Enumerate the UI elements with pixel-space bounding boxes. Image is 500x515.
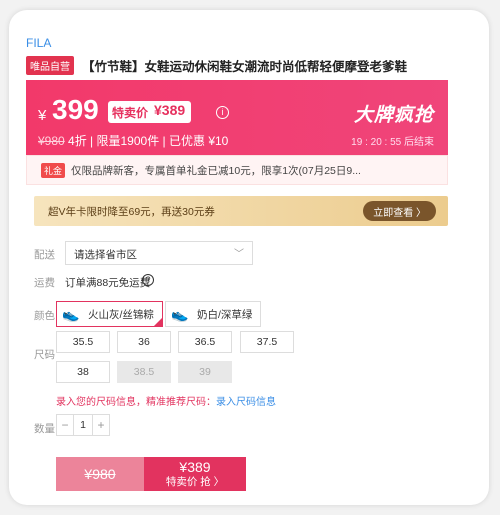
gift-badge: 礼金 (41, 162, 66, 178)
current-price: 399 (52, 94, 99, 125)
decrease-button[interactable]: − (57, 415, 73, 435)
chevron-down-icon: ﹀ (234, 249, 244, 260)
size-hint-text: 录入您的尺码信息，精准推荐尺码： (56, 397, 216, 408)
discount-line: ¥980 4折 | 限量1900件 | 已优惠 ¥10 (38, 132, 228, 149)
original-price-strike: ¥980 (84, 466, 116, 482)
view-now-button[interactable]: 立即查看 〉 (363, 201, 436, 221)
size-option[interactable]: 37.5 (240, 331, 294, 353)
color-option-label: 奶白/深草绿 (197, 308, 253, 321)
special-price-value: ¥389 (152, 101, 192, 123)
color-option-milk-white[interactable]: 👟 奶白/深草绿 (165, 301, 262, 327)
product-title: 【竹节鞋】女鞋运动休闲鞋女潮流时尚低帮轻便摩登老爹鞋 (82, 60, 408, 74)
special-price-label: 特卖价 (108, 101, 153, 123)
shipping-label: 运费 (34, 277, 55, 289)
special-price-pill: 特卖价 ¥389 (108, 101, 192, 123)
size-entry-link[interactable]: 录入尺码信息 (216, 397, 276, 408)
shipping-text: 订单满88元免运费 (65, 277, 151, 289)
self-operated-badge: 唯品自营 (26, 56, 74, 75)
size-option[interactable]: 35.5 (56, 331, 110, 353)
color-option-label: 火山灰/丝锦粽 (88, 308, 154, 321)
size-option[interactable]: 36.5 (178, 331, 232, 353)
increase-button[interactable]: + (93, 415, 109, 435)
size-option-disabled: 38.5 (117, 361, 171, 383)
region-select-value: 请选择省市区 (74, 249, 137, 261)
gift-text: 仅限品牌新客，专属首单礼金已减10元，限享1次(07月25日9... (71, 164, 361, 177)
shoe-thumbnail-icon: 👟 (62, 305, 80, 322)
selected-check-icon (152, 317, 163, 327)
size-option[interactable]: 36 (117, 331, 171, 353)
delivery-label: 配送 (34, 249, 55, 261)
size-label: 尺码 (34, 349, 55, 361)
color-label: 颜色 (34, 310, 55, 322)
buy-label: 特卖价 抢 〉 (165, 476, 225, 488)
quantity-value[interactable]: 1 (73, 415, 93, 435)
product-card: FILA 唯品自营 【竹节鞋】女鞋运动休闲鞋女潮流时尚低帮轻便摩登老爹鞋 ¥ 3… (9, 10, 489, 505)
countdown-timer: 19 : 20 : 55 后结束 (351, 137, 434, 148)
quantity-label: 数量 (34, 423, 55, 435)
quantity-stepper: − 1 + (56, 414, 110, 436)
size-option[interactable]: 38 (56, 361, 110, 383)
discount-details: 4折 | 限量1900件 | 已优惠 ¥10 (68, 134, 229, 148)
price-banner: ¥ 399 特卖价 ¥389 i ¥980 4折 | 限量1900件 | 已优惠… (26, 80, 448, 155)
original-price-button[interactable]: ¥980 (56, 457, 144, 491)
vip-card-banner: 超V年卡限时降至69元，再送30元券 立即查看 〉 (34, 196, 448, 226)
size-option-disabled: 39 (178, 361, 232, 383)
size-hint: 录入您的尺码信息，精准推荐尺码：录入尺码信息 (56, 393, 276, 408)
original-price: ¥980 (38, 134, 65, 148)
help-icon[interactable]: ? (142, 274, 154, 286)
buy-now-button[interactable]: ¥389 特卖价 抢 〉 (144, 457, 246, 491)
vip-card-text: 超V年卡限时降至69元，再送30元券 (48, 205, 215, 218)
buy-price: ¥389 (179, 459, 211, 475)
promo-title: 大牌疯抢 (353, 105, 434, 126)
color-option-volcano-grey[interactable]: 👟 火山灰/丝锦粽 (56, 301, 163, 327)
shoe-thumbnail-icon: 👟 (171, 305, 189, 322)
product-title-row: 唯品自营 【竹节鞋】女鞋运动休闲鞋女潮流时尚低帮轻便摩登老爹鞋 (26, 56, 407, 75)
info-icon[interactable]: i (216, 106, 229, 119)
brand-link[interactable]: FILA (26, 36, 51, 50)
currency-symbol: ¥ (38, 107, 47, 124)
region-select[interactable]: 请选择省市区 ﹀ (65, 241, 253, 265)
gift-row: 礼金 仅限品牌新客，专属首单礼金已减10元，限享1次(07月25日9... (26, 155, 448, 185)
